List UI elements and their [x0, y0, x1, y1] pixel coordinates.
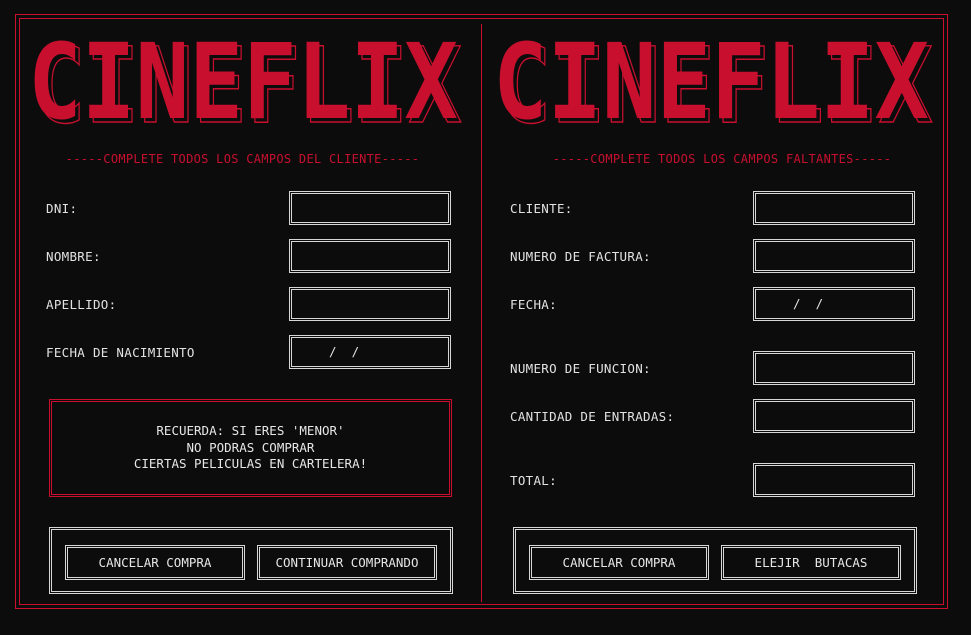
ticket-quantity-input[interactable] [753, 399, 915, 433]
showtime-number-input[interactable] [753, 351, 915, 385]
cineflix-logo-left: CINEFLIX CINEFLIX [28, 34, 470, 130]
showtime-number-label: NUMERO DE FUNCION: [510, 361, 651, 376]
continue-purchase-button[interactable]: CONTINUAR COMPRANDO [257, 545, 437, 580]
invoice-number-label: NUMERO DE FACTURA: [510, 249, 651, 264]
total-input[interactable] [753, 463, 915, 497]
invoice-actions-box: CANCELAR COMPRA ELEJIR BUTACAS [513, 527, 917, 594]
minor-warning-box: RECUERDA: SI ERES 'MENOR' NO PODRAS COMP… [49, 399, 452, 497]
cancel-purchase-button[interactable]: CANCELAR COMPRA [529, 545, 709, 580]
dni-label: DNI: [46, 201, 78, 216]
logo-text: CINEFLIX [493, 34, 929, 130]
invoice-number-input[interactable] [753, 239, 915, 273]
birthdate-label: FECHA DE NACIMIENTO [46, 345, 195, 360]
birthdate-input[interactable]: / / [289, 335, 451, 369]
ticket-quantity-label: CANTIDAD DE ENTRADAS: [510, 409, 675, 424]
nombre-input[interactable] [289, 239, 451, 273]
apellido-input[interactable] [289, 287, 451, 321]
client-subtitle: -----COMPLETE TODOS LOS CAMPOS DEL CLIEN… [65, 152, 420, 166]
client-panel: CINEFLIX CINEFLIX -----COMPLETE TODOS LO… [0, 0, 485, 635]
invoice-subtitle: -----COMPLETE TODOS LOS CAMPOS FALTANTES… [552, 152, 892, 166]
cliente-input[interactable] [753, 191, 915, 225]
invoice-panel: CINEFLIX CINEFLIX -----COMPLETE TODOS LO… [485, 0, 971, 635]
logo-text: CINEFLIX [28, 34, 458, 130]
cineflix-logo-right: CINEFLIX CINEFLIX [493, 34, 941, 130]
cliente-label: CLIENTE: [510, 201, 573, 216]
warning-line-2: NO PODRAS COMPRAR [186, 439, 315, 455]
cancel-purchase-button[interactable]: CANCELAR COMPRA [65, 545, 245, 580]
dni-input[interactable] [289, 191, 451, 225]
total-label: TOTAL: [510, 473, 557, 488]
choose-seats-button[interactable]: ELEJIR BUTACAS [721, 545, 901, 580]
nombre-label: NOMBRE: [46, 249, 101, 264]
warning-line-3: CIERTAS PELICULAS EN CARTELERA! [133, 456, 368, 472]
apellido-label: APELLIDO: [46, 297, 117, 312]
date-input[interactable]: / / [753, 287, 915, 321]
warning-line-1: RECUERDA: SI ERES 'MENOR' [156, 423, 345, 439]
date-label: FECHA: [510, 297, 557, 312]
client-actions-box: CANCELAR COMPRA CONTINUAR COMPRANDO [49, 527, 453, 594]
